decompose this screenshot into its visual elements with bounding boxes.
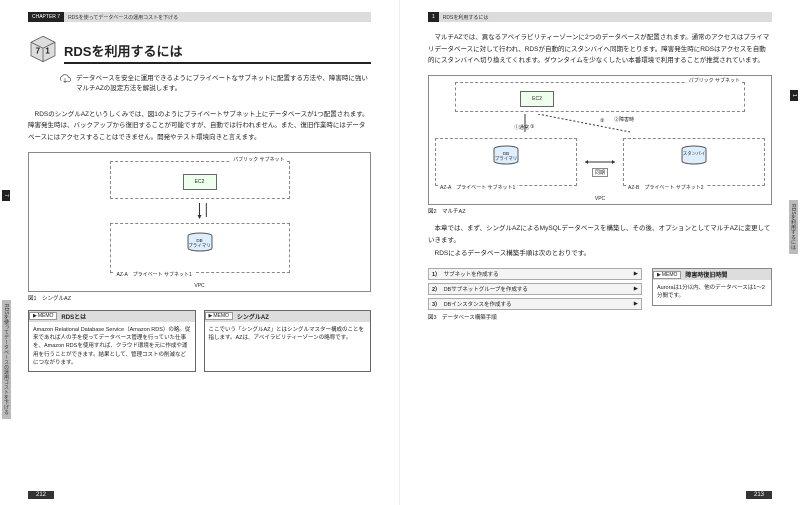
right-para-1: マルチAZでは、異なるアベイラビリティーゾーンに2つのデータベースが配置されます… [428, 32, 772, 67]
step-row: 3）DBインスタンスを作成する▶ [428, 298, 642, 310]
memo-rds: ▶MEMORDSとは Amazon Relational Database Se… [28, 310, 196, 372]
chapter-title: RDSを使ってデータベースの運用コストを下げる [64, 14, 182, 21]
diagram-single-az: パブリック サブネット EC2 AZ-A プライベート サブネット1 DBプライ… [28, 152, 371, 292]
private-subnet-label: AZ-A プライベート サブネット1 [115, 271, 194, 278]
private-subnet1-label: AZ-A プライベート サブネット1 [438, 184, 517, 191]
memo-body: Amazon Relational Database Service（Amazo… [29, 322, 195, 371]
svg-text:1: 1 [45, 47, 50, 56]
memo-tag-icon: ▶MEMO [29, 312, 57, 320]
memo-title: RDSとは [57, 311, 194, 322]
intro-text: データベースを安全に運用できるようにプライベートなサブネットに配置する方法や、障… [76, 74, 371, 95]
chevron-right-icon: ▶ [634, 271, 638, 277]
page-number: 212 [28, 491, 54, 499]
memo-single-az: ▶MEMOシングルAZ ここでいう「シングルAZ」とはシングルマスター構成のこと… [204, 310, 372, 372]
arrows-icon: ① ② [429, 114, 771, 136]
memo-tag-icon: ▶MEMO [205, 312, 233, 320]
section-number: 1 [428, 12, 439, 22]
memo-tag-icon: ▶MEMO [653, 271, 681, 279]
page-left: CHAPTER 7 RDSを使ってデータベースの運用コストを下げる 7 RDSを… [0, 0, 400, 505]
section-intro: データベースを安全に運用できるようにプライベートなサブネットに配置する方法や、障… [58, 74, 371, 95]
memo-row: ▶MEMORDSとは Amazon Relational Database Se… [28, 310, 371, 372]
side-tab-title: RDSを使ってデータベースの運用コストを下げる [2, 300, 11, 419]
figure2-caption: 図2 マルチAZ [428, 207, 772, 215]
vpc-label: VPC [595, 196, 605, 202]
memo-body: Auroraは1分以内、他のデータベースは1〜2分間です。 [653, 280, 771, 305]
memo-title: 障害時復旧時間 [681, 269, 771, 280]
memo-title: シングルAZ [233, 311, 370, 322]
page-number: 213 [746, 491, 772, 499]
side-tab-chapter: 7 [2, 190, 10, 201]
side-tab-title: RDSを利用するには [789, 200, 798, 254]
section-title: RDSを利用するには [64, 41, 371, 64]
public-subnet-label: パブリック サブネット [231, 156, 286, 163]
public-subnet-label: パブリック サブネット [687, 77, 742, 84]
diagram-multi-az: パブリック サブネット EC2 ① ② ①通常 ②障害時 AZ-A プライベート… [428, 75, 772, 205]
figure1-caption: 図1 シングルAZ [28, 294, 371, 302]
memo-recovery-time: ▶MEMO障害時復旧時間 Auroraは1分以内、他のデータベースは1〜2分間で… [652, 268, 772, 306]
cube-icon: 7 1 [28, 34, 58, 64]
steps-list: 1）サブネットを作成する▶ 2）DBサブネットグループを作成する▶ 3）DBイン… [428, 268, 642, 329]
step-row: 1）サブネットを作成する▶ [428, 268, 642, 280]
chevron-right-icon: ▶ [634, 286, 638, 292]
step-row: 2）DBサブネットグループを作成する▶ [428, 283, 642, 295]
chapter-tag: CHAPTER 7 [28, 12, 64, 22]
memo-body: ここでいう「シングルAZ」とはシングルマスター構成のことを指します。AZは、アベ… [205, 322, 371, 347]
chevron-right-icon: ▶ [634, 301, 638, 307]
chapter-header: CHAPTER 7 RDSを使ってデータベースの運用コストを下げる [28, 12, 371, 22]
left-para-1: RDSのシングルAZというしくみでは、図1のようにプライベートサブネット上にデー… [28, 109, 371, 144]
section-header-bar: 1 RDSを利用するには [428, 12, 772, 22]
vpc-label: VPC [194, 283, 204, 289]
right-para-3: RDSによるデータベース構築手順は次のとおりです。 [428, 248, 772, 260]
cloud-download-icon [58, 74, 72, 95]
side-tab-section: 1 [790, 90, 798, 101]
arrow-down-icon [29, 203, 370, 221]
db-primary-icon: DBプライマリ [185, 232, 215, 254]
right-para-2: 本章では、まず、シングルAZによるMySQLデータベースを構築し、その後、オプシ… [428, 223, 772, 246]
label-normal: ①通常 [514, 124, 529, 131]
svg-text:①: ① [530, 124, 535, 130]
label-failure: ②障害時 [614, 116, 634, 123]
ec2-box: EC2 [183, 174, 217, 190]
svg-text:②: ② [600, 118, 605, 124]
ec2-box: EC2 [520, 91, 554, 107]
page-right: 1 RDSを利用するには 1 RDSを利用するには マルチAZでは、異なるアベイ… [400, 0, 800, 505]
private-subnet2-label: AZ-B プライベート サブネット2 [626, 184, 706, 191]
figure3-caption: 図3 データベース構築手順 [428, 313, 642, 321]
section-title-small: RDSを利用するには [439, 14, 493, 21]
db-standby-icon: スタンバイ [679, 145, 709, 167]
section-header: 7 1 RDSを利用するには [28, 34, 371, 64]
svg-text:7: 7 [36, 47, 41, 56]
db-primary-icon: DBプライマリ [491, 145, 521, 167]
sync-label: 同期 [583, 138, 617, 186]
